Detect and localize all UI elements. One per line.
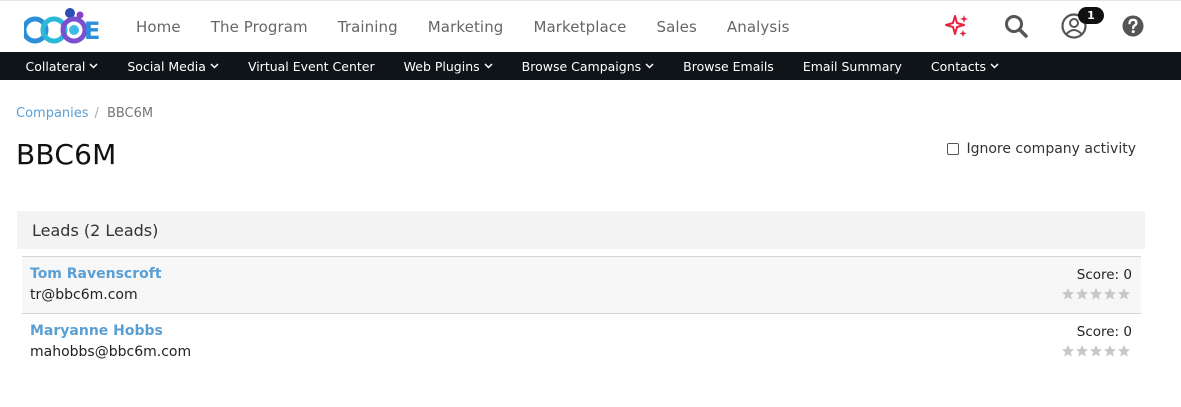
ignore-activity-checkbox[interactable]	[947, 143, 960, 155]
nav-sales[interactable]: Sales	[641, 18, 711, 36]
nav-analysis[interactable]: Analysis	[712, 18, 805, 36]
subnav-browse-campaigns[interactable]: Browse Campaigns	[507, 59, 669, 74]
leads-list: Tom Ravenscroft tr@bbc6m.com Score: 0 Ma…	[22, 256, 1141, 370]
star-icon	[1090, 288, 1102, 300]
subnav-label: Web Plugins	[403, 58, 480, 74]
subnav-label: Collateral	[25, 58, 86, 74]
sparkle-icon[interactable]	[943, 12, 971, 40]
nav-training[interactable]: Training	[323, 18, 413, 36]
lead-email: mahobbs@bbc6m.com	[30, 344, 192, 360]
subnav-virtual-event-center[interactable]: Virtual Event Center	[233, 59, 389, 74]
breadcrumb: Companies / BBC6M	[16, 106, 153, 121]
nav-marketplace[interactable]: Marketplace	[518, 18, 641, 36]
star-icon	[1076, 345, 1088, 357]
star-icon	[1062, 345, 1074, 357]
svg-text:E: E	[84, 17, 100, 45]
search-icon[interactable]	[1002, 12, 1030, 40]
breadcrumb-separator: /	[94, 106, 99, 121]
subnav-email-summary[interactable]: Email Summary	[788, 59, 916, 74]
subnav-collateral[interactable]: Collateral	[11, 59, 113, 74]
star-icon	[1076, 288, 1088, 300]
lead-name-link[interactable]: Maryanne Hobbs	[30, 323, 163, 339]
star-icon	[1104, 288, 1116, 300]
subnav-browse-emails[interactable]: Browse Emails	[669, 59, 789, 74]
subnav-label: Social Media	[127, 58, 206, 74]
chevron-down-icon	[990, 63, 999, 69]
breadcrumb-companies[interactable]: Companies	[16, 106, 89, 121]
lead-rating	[1061, 287, 1131, 301]
ccoe-logo[interactable]: E	[24, 6, 106, 48]
subnav-label: Browse Campaigns	[521, 58, 642, 74]
star-icon	[1090, 345, 1102, 357]
ignore-activity-label: Ignore company activity	[966, 141, 1136, 157]
subnav-label: Browse Emails	[683, 58, 774, 74]
lead-rating	[1061, 344, 1131, 358]
nav-the-program[interactable]: The Program	[196, 18, 323, 36]
breadcrumb-current: BBC6M	[106, 106, 154, 121]
ignore-activity-toggle[interactable]: Ignore company activity	[947, 141, 1136, 157]
lead-row: Tom Ravenscroft tr@bbc6m.com Score: 0	[22, 256, 1141, 313]
lead-name-link[interactable]: Tom Ravenscroft	[30, 266, 162, 282]
secondary-nav: Collateral Social Media Virtual Event Ce…	[0, 52, 1181, 80]
star-icon	[1118, 345, 1130, 357]
star-icon	[1118, 288, 1130, 300]
subnav-contacts[interactable]: Contacts	[916, 59, 1013, 74]
lead-email: tr@bbc6m.com	[30, 287, 138, 303]
notification-badge[interactable]: 1	[1078, 7, 1104, 24]
chevron-down-icon	[210, 63, 219, 69]
chevron-down-icon	[484, 63, 493, 69]
subnav-label: Contacts	[930, 58, 987, 74]
lead-row: Maryanne Hobbs mahobbs@bbc6m.com Score: …	[22, 313, 1141, 370]
main-nav: Home The Program Training Marketing Mark…	[121, 1, 805, 53]
top-navbar: E Home The Program Training Marketing Ma…	[0, 0, 1181, 52]
chevron-down-icon	[89, 63, 98, 69]
star-icon	[1062, 288, 1074, 300]
subnav-social-media[interactable]: Social Media	[113, 59, 234, 74]
leads-panel-header: Leads (2 Leads)	[17, 211, 1145, 249]
lead-score: Score: 0	[1076, 267, 1132, 283]
lead-score: Score: 0	[1076, 324, 1132, 340]
subnav-web-plugins[interactable]: Web Plugins	[389, 59, 507, 74]
subnav-label: Email Summary	[802, 58, 902, 74]
nav-home[interactable]: Home	[121, 18, 196, 36]
help-icon[interactable]	[1119, 12, 1147, 40]
subnav-label: Virtual Event Center	[247, 58, 375, 74]
chevron-down-icon	[645, 63, 654, 69]
nav-marketing[interactable]: Marketing	[413, 18, 519, 36]
star-icon	[1104, 345, 1116, 357]
page-title: BBC6M	[16, 138, 117, 171]
